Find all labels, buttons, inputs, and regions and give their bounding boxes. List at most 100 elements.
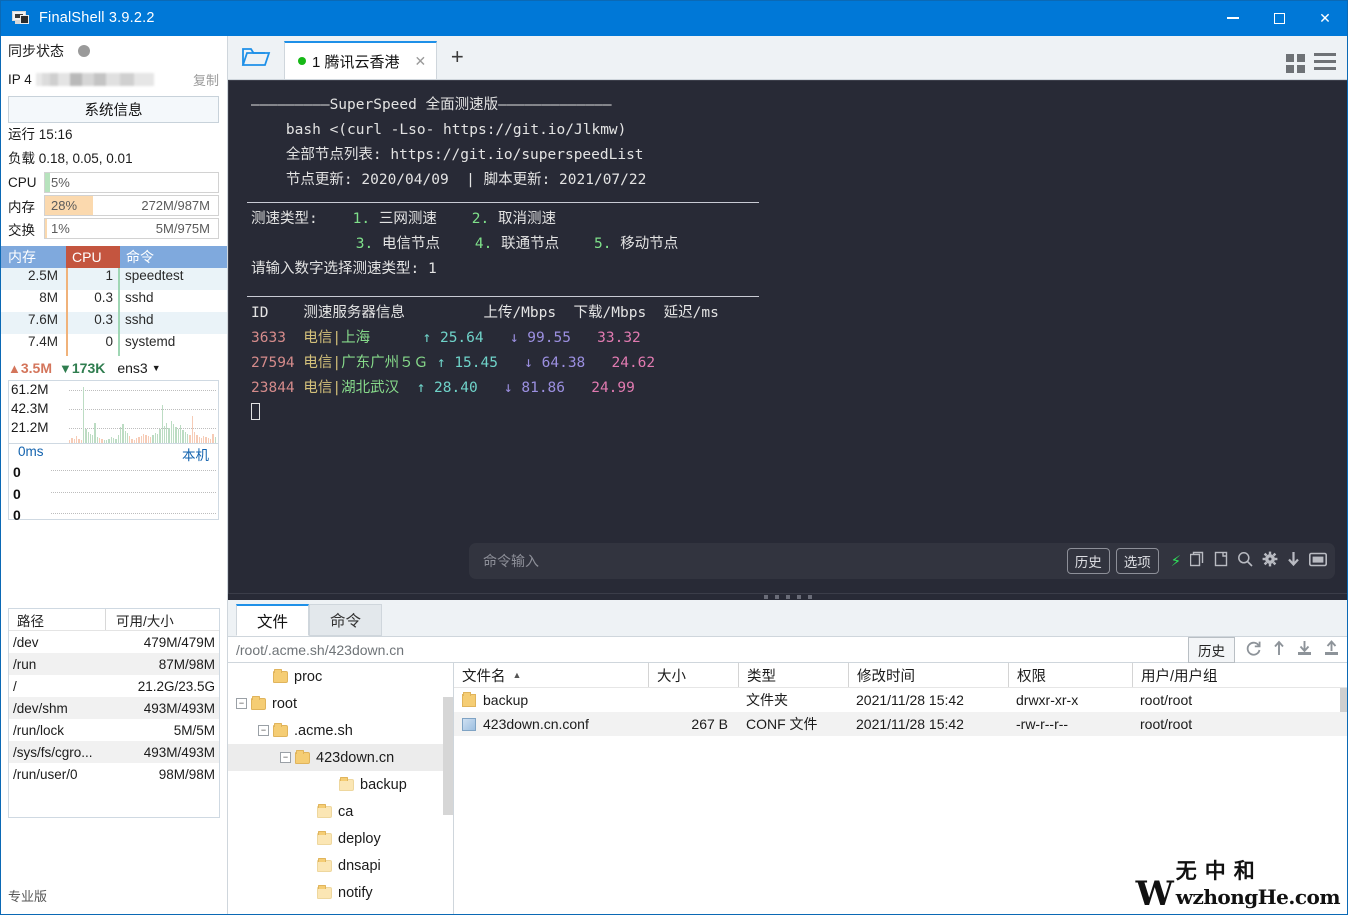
disk-usage-table: 路径 可用/大小 /dev 479M/479M/run 87M/98M / 21.2G/… [8, 608, 220, 818]
tree-node[interactable]: deploy [228, 825, 453, 852]
command-input-bar[interactable]: 命令输入 历史 选项 ⚡ [469, 543, 1335, 579]
file-permissions: -rw-r--r-- [1016, 716, 1069, 732]
lightning-icon[interactable]: ⚡ [1171, 552, 1181, 570]
command-history-button[interactable]: 历史 [1066, 548, 1110, 574]
copy-icon[interactable] [1189, 551, 1205, 571]
upload-file-icon[interactable] [1323, 639, 1340, 660]
process-row[interactable]: 7.6M 0.3 sshd [0, 312, 227, 334]
download-icon[interactable] [1287, 551, 1300, 571]
tree-node[interactable]: notify [228, 879, 453, 906]
network-interface-select[interactable]: ens3 [117, 360, 147, 376]
terminal-output[interactable]: —————————SuperSpeed 全面测速版————————————— b… [228, 80, 1348, 594]
tree-expander[interactable]: − [258, 725, 269, 736]
tab-files[interactable]: 文件 [236, 604, 310, 636]
disk-row[interactable]: /run/lock 5M/5M [9, 719, 219, 741]
minimize-button[interactable] [1210, 0, 1256, 36]
session-tab[interactable]: 1 腾讯云香港 ✕ [284, 41, 438, 79]
download-speed: ↓ 81.86 [503, 380, 566, 396]
watermark-en: wzhongHe.com [1175, 885, 1341, 909]
disk-col-path[interactable]: 路径 [9, 610, 105, 630]
disk-path: /dev/shm [13, 700, 68, 716]
network-bar [129, 436, 131, 443]
disk-col-size[interactable]: 可用/大小 [105, 609, 219, 630]
process-row[interactable]: 7.4M 0 systemd [0, 334, 227, 356]
process-col-cmd[interactable]: 命令 [120, 246, 227, 268]
tree-node[interactable]: − 423down.cn [228, 744, 453, 771]
network-bar [159, 429, 161, 443]
disk-row[interactable]: / 21.2G/23.5G [9, 675, 219, 697]
upload-arrow-icon[interactable] [1272, 640, 1286, 660]
col-permissions[interactable]: 权限 [1008, 663, 1132, 687]
tree-expander[interactable]: − [280, 752, 291, 763]
disk-size: 493M/493M [143, 700, 215, 716]
tree-node[interactable]: ca [228, 798, 453, 825]
tree-node[interactable]: − .acme.sh [228, 717, 453, 744]
ping-host-label[interactable]: 本机 [182, 444, 209, 464]
close-tab-icon[interactable]: ✕ [415, 53, 427, 70]
disk-table-header: 路径 可用/大小 [9, 609, 219, 631]
menu-num-3: 3. [355, 236, 374, 252]
col-size[interactable]: 大小 [648, 663, 738, 687]
close-button[interactable]: ✕ [1302, 0, 1348, 36]
copy-ip-button[interactable]: 复制 [193, 70, 219, 89]
download-file-icon[interactable] [1296, 640, 1313, 660]
grid-view-icon[interactable] [1286, 54, 1305, 73]
hamburger-menu-icon[interactable] [1314, 53, 1336, 74]
command-options-button[interactable]: 选项 [1115, 548, 1159, 574]
session-tab-bar: 1 腾讯云香港 ✕ + [228, 36, 1348, 80]
maximize-button[interactable] [1256, 0, 1302, 36]
network-header: ▲3.5M ▼173K ens3 ▼ [0, 356, 227, 380]
disk-row[interactable]: /dev 479M/479M [9, 631, 219, 653]
ip-row: IP 4 复制 [0, 66, 227, 92]
network-bar [87, 432, 89, 443]
network-traffic-graph: 61.2M 42.3M 21.2M [8, 380, 219, 444]
disk-row[interactable]: /run 87M/98M [9, 653, 219, 675]
file-list-scrollbar[interactable] [1340, 688, 1348, 712]
col-owner[interactable]: 用户/用户组 [1132, 663, 1272, 687]
file-row[interactable]: 423down.cn.conf 267 B CONF 文件 2021/11/28 15… [454, 712, 1348, 736]
paste-icon[interactable] [1214, 551, 1228, 571]
window-icon[interactable] [1309, 552, 1327, 571]
network-bar [193, 432, 196, 443]
file-row[interactable]: backup 文件夹 2021/11/28 15:42 drwxr-xr-x root/… [454, 688, 1348, 712]
search-icon[interactable] [1237, 551, 1253, 571]
process-row[interactable]: 8M 0.3 sshd [0, 290, 227, 312]
new-tab-button[interactable]: + [437, 35, 477, 79]
col-filename[interactable]: 文件名 ▲ [454, 663, 648, 687]
server-id: 27594 [251, 355, 295, 371]
network-bar [191, 416, 193, 443]
process-col-mem[interactable]: 内存 [0, 246, 66, 268]
disk-row[interactable]: /sys/fs/cgro... 493M/493M [9, 741, 219, 763]
process-col-cpu[interactable]: CPU [66, 246, 120, 268]
disk-path: /run/user/0 [13, 766, 78, 782]
gear-icon[interactable] [1262, 551, 1278, 571]
col-type[interactable]: 类型 [738, 663, 848, 687]
directory-tree[interactable]: proc − root − .acme.sh − 423down.cn backup ca dep… [228, 663, 454, 915]
swap-meter-label: 交换 [8, 222, 35, 238]
tree-node[interactable]: − root [228, 690, 453, 717]
tab-commands[interactable]: 命令 [309, 604, 383, 636]
network-bar [99, 438, 101, 443]
open-folder-icon[interactable] [228, 35, 284, 79]
tree-node[interactable]: backup [228, 771, 453, 798]
network-bar [210, 439, 212, 443]
refresh-icon[interactable] [1245, 640, 1262, 660]
tree-expander[interactable]: − [236, 698, 247, 709]
file-mtime: 2021/11/28 15:42 [856, 716, 964, 732]
server-location: 上海 [341, 330, 371, 346]
menu-num-2: 2. [471, 211, 490, 227]
disk-row[interactable]: /dev/shm 493M/493M [9, 697, 219, 719]
process-row[interactable]: 2.5M 1 speedtest [0, 268, 227, 290]
tree-node[interactable]: dnsapi [228, 852, 453, 879]
disk-path: /run [13, 656, 37, 672]
tree-scrollbar[interactable] [443, 697, 453, 815]
chevron-down-icon[interactable]: ▼ [152, 363, 161, 373]
system-info-button[interactable]: 系统信息 [8, 96, 219, 123]
path-bar[interactable]: /root/.acme.sh/423down.cn 历史 [228, 636, 1348, 663]
col-mtime[interactable]: 修改时间 [848, 663, 1008, 687]
path-history-button[interactable]: 历史 [1188, 636, 1235, 663]
cpu-meter: CPU 5% [0, 171, 227, 194]
disk-row[interactable]: /run/user/0 98M/98M [9, 763, 219, 785]
tree-node[interactable]: proc [228, 663, 453, 690]
network-bar [122, 424, 124, 443]
